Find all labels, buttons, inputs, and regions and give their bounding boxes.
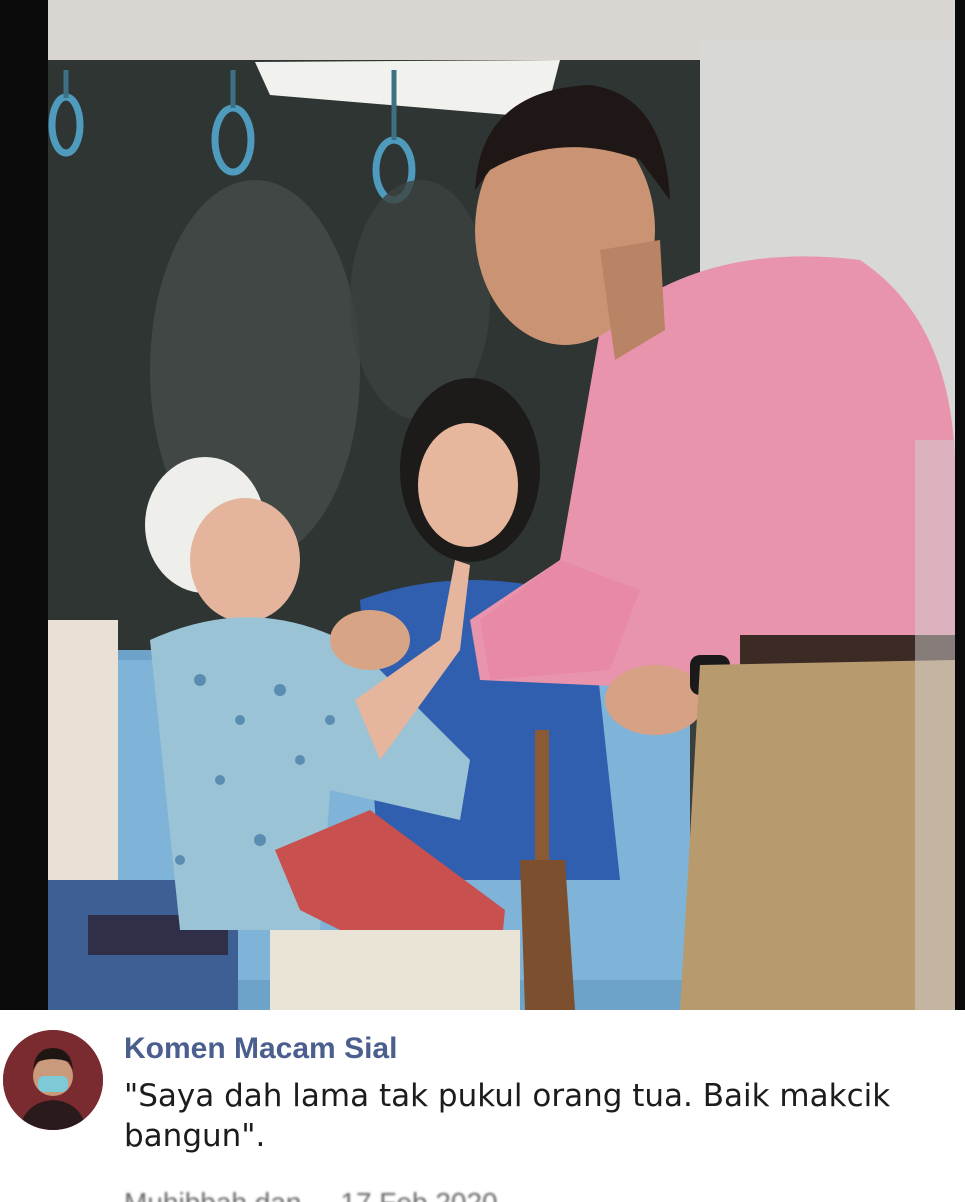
post-photo[interactable] xyxy=(0,0,965,1010)
comment-text: "Saya dah lama tak pukul orang tua. Baik… xyxy=(124,1078,891,1154)
subway-photo-image xyxy=(0,0,965,1010)
commenter-avatar[interactable] xyxy=(3,1030,103,1130)
comment-author-link[interactable]: Komen Macam Sial xyxy=(124,1032,397,1066)
avatar-icon xyxy=(3,1030,103,1130)
